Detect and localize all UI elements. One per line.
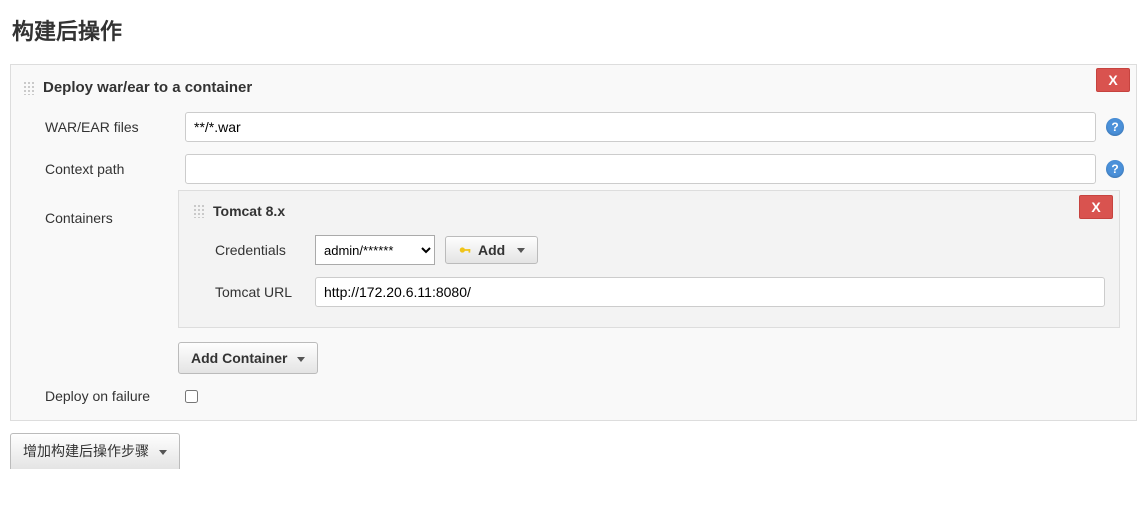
containers-label: Containers (45, 196, 175, 226)
tomcat-url-label: Tomcat URL (215, 284, 305, 300)
chevron-down-icon (517, 248, 525, 253)
deploy-on-failure-checkbox[interactable] (185, 390, 198, 403)
container-header: Tomcat 8.x (193, 203, 1105, 229)
deploy-on-failure-label: Deploy on failure (45, 388, 175, 404)
delete-block-button[interactable]: X (1096, 68, 1130, 92)
help-icon[interactable]: ? (1106, 118, 1124, 136)
tomcat-url-input[interactable] (315, 277, 1105, 307)
credentials-row: Credentials admin/****** Add (193, 229, 1105, 271)
add-container-button[interactable]: Add Container (178, 342, 318, 374)
postbuild-block: X Deploy war/ear to a container WAR/EAR … (10, 64, 1137, 421)
add-credentials-label: Add (478, 242, 505, 258)
section-title: 构建后操作 (0, 0, 1147, 64)
container-title: Tomcat 8.x (213, 203, 285, 219)
add-credentials-button[interactable]: Add (445, 236, 538, 264)
add-postbuild-label: 增加构建后操作步骤 (23, 443, 149, 459)
chevron-down-icon (159, 450, 167, 455)
help-icon[interactable]: ? (1106, 160, 1124, 178)
delete-container-button[interactable]: X (1079, 195, 1113, 219)
war-files-input[interactable] (185, 112, 1096, 142)
block-title: Deploy war/ear to a container (43, 79, 252, 96)
block-header: Deploy war/ear to a container (23, 75, 1124, 106)
deploy-on-failure-row: Deploy on failure (23, 374, 1124, 406)
add-postbuild-step-button[interactable]: 增加构建后操作步骤 (10, 433, 180, 469)
add-container-label: Add Container (191, 350, 287, 366)
context-path-input[interactable] (185, 154, 1096, 184)
tomcat-url-row: Tomcat URL (193, 271, 1105, 313)
drag-handle-icon[interactable] (23, 81, 35, 95)
credentials-label: Credentials (215, 242, 305, 258)
war-files-label: WAR/EAR files (45, 119, 175, 135)
footer-row: 增加构建后操作步骤 (10, 433, 1137, 469)
war-files-row: WAR/EAR files ? (23, 106, 1124, 148)
context-path-row: Context path ? (23, 148, 1124, 190)
context-path-label: Context path (45, 161, 175, 177)
key-icon (458, 243, 472, 257)
credentials-select[interactable]: admin/****** (315, 235, 435, 265)
container-block: X Tomcat 8.x Credentials admin/****** Ad… (178, 190, 1120, 328)
add-container-row: Add Container (178, 328, 1124, 374)
chevron-down-icon (297, 357, 305, 362)
drag-handle-icon[interactable] (193, 204, 205, 218)
